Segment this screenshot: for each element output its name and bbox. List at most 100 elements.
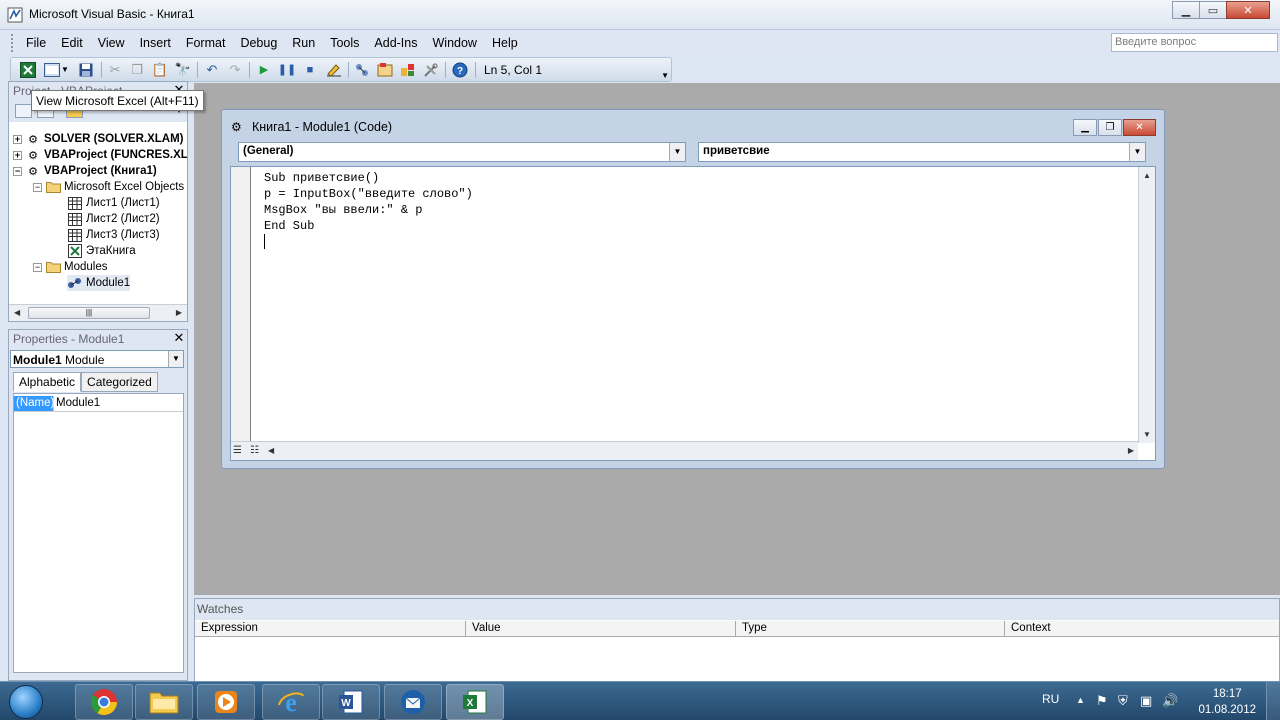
- restore-button[interactable]: ❐: [1098, 119, 1122, 136]
- tree-node[interactable]: − ⚙ VBAProject (Книга1): [13, 163, 157, 179]
- excel-icon[interactable]: X: [446, 684, 504, 720]
- undo-icon[interactable]: ↶: [203, 61, 221, 78]
- tree-node[interactable]: ЭтаКнига: [67, 243, 136, 259]
- properties-title: Properties - Module1: [9, 330, 187, 348]
- procedure-combo[interactable]: приветсвие ▼: [698, 142, 1146, 162]
- full-module-view-icon[interactable]: ☷: [250, 445, 259, 456]
- internet-explorer-icon[interactable]: e: [262, 684, 320, 720]
- scroll-thumb[interactable]: [231, 442, 319, 458]
- insert-userform-icon[interactable]: [43, 61, 61, 78]
- properties-window-icon[interactable]: [376, 61, 394, 78]
- tree-node[interactable]: Лист1 (Лист1): [67, 195, 160, 211]
- menu-insert[interactable]: Insert: [132, 36, 178, 50]
- procedure-view-icon[interactable]: ☰: [233, 445, 242, 456]
- clock[interactable]: 18:17 01.08.2012: [1198, 686, 1256, 718]
- security-icon[interactable]: ⛨: [1118, 693, 1134, 709]
- chevron-down-icon[interactable]: ▼: [1129, 143, 1145, 161]
- volume-icon[interactable]: 🔊: [1162, 693, 1178, 709]
- action-center-icon[interactable]: ⚑: [1096, 693, 1112, 709]
- menu-tools[interactable]: Tools: [322, 36, 366, 50]
- chevron-down-icon[interactable]: ▼: [60, 61, 70, 78]
- minimize-button[interactable]: ▁: [1073, 119, 1097, 136]
- code-line[interactable]: End Sub: [264, 218, 473, 234]
- code-line[interactable]: p = InputBox("введите слово"): [264, 186, 473, 202]
- maximize-button[interactable]: ▭: [1199, 1, 1227, 19]
- menu-window[interactable]: Window: [425, 36, 484, 50]
- help-icon[interactable]: ?: [451, 61, 469, 78]
- menu-help[interactable]: Help: [484, 36, 525, 50]
- column-type[interactable]: Type: [736, 621, 1005, 636]
- chrome-icon[interactable]: [75, 684, 133, 720]
- cut-icon[interactable]: ✂: [106, 61, 124, 78]
- title-bar: Microsoft Visual Basic - Книга1 ▁ ▭ ✕: [0, 0, 1280, 30]
- worksheet-icon: [67, 196, 83, 210]
- code-line[interactable]: Sub приветсвие(): [264, 170, 473, 186]
- project-explorer: Project - VBAProject ✕ ▼ +⚙SOLVER (SOLVE…: [8, 81, 188, 322]
- project-hscrollbar[interactable]: ◀ ||| ▶: [9, 304, 187, 321]
- language-indicator[interactable]: RU: [1042, 692, 1059, 706]
- code-editor[interactable]: Sub приветсвие() p = InputBox("введите с…: [230, 166, 1156, 461]
- object-combo[interactable]: (General) ▼: [238, 142, 686, 162]
- property-row[interactable]: (Name) Module1: [14, 396, 183, 412]
- column-value[interactable]: Value: [466, 621, 736, 636]
- show-hidden-icons-icon[interactable]: ▲: [1076, 695, 1092, 711]
- find-icon[interactable]: 🔭: [174, 61, 192, 78]
- tree-node-selected[interactable]: Module1: [67, 275, 131, 291]
- reset-icon[interactable]: ■: [301, 61, 319, 78]
- show-desktop-button[interactable]: [1266, 682, 1280, 720]
- view-code-icon[interactable]: [15, 104, 32, 118]
- toolbar-options-icon[interactable]: ▼: [661, 71, 669, 80]
- workbook-icon: [67, 244, 83, 258]
- menu-file[interactable]: File: [18, 36, 53, 50]
- paste-icon[interactable]: 📋: [151, 61, 169, 78]
- design-mode-icon[interactable]: [325, 61, 343, 78]
- code-line[interactable]: MsgBox "вы ввели:" & p: [264, 202, 473, 218]
- tree-node[interactable]: Лист2 (Лист2): [67, 211, 160, 227]
- close-icon[interactable]: ✕: [172, 331, 186, 345]
- menu-debug[interactable]: Debug: [232, 36, 284, 50]
- tree-node[interactable]: − Modules: [33, 259, 107, 275]
- toolbox-icon[interactable]: [422, 61, 440, 78]
- margin-indicator-bar[interactable]: [231, 167, 251, 443]
- column-context[interactable]: Context: [1005, 621, 1279, 636]
- scroll-thumb[interactable]: |||: [28, 307, 150, 319]
- network-icon[interactable]: ▣: [1140, 693, 1156, 709]
- break-icon[interactable]: ❚❚: [278, 61, 296, 78]
- object-dropdown[interactable]: Module1 Module ▼: [10, 350, 184, 368]
- tab-alphabetic[interactable]: Alphabetic: [13, 372, 82, 392]
- redo-icon[interactable]: ↷: [226, 61, 244, 78]
- word-icon[interactable]: W: [322, 684, 380, 720]
- menu-view[interactable]: View: [90, 36, 132, 50]
- minimize-button[interactable]: ▁: [1172, 1, 1200, 19]
- tree-node[interactable]: − Microsoft Excel Objects: [33, 179, 184, 195]
- tree-node[interactable]: Лист3 (Лист3): [67, 227, 160, 243]
- menu-format[interactable]: Format: [178, 36, 233, 50]
- menu-grip[interactable]: [11, 34, 15, 52]
- code-vscrollbar[interactable]: ▲ ▼: [1138, 167, 1155, 443]
- tree-node[interactable]: + ⚙ VBAProject (FUNCRES.XL: [13, 147, 187, 163]
- media-player-icon[interactable]: [197, 684, 255, 720]
- menu-add-ins[interactable]: Add-Ins: [366, 36, 424, 50]
- explorer-icon[interactable]: [135, 684, 193, 720]
- project-explorer-icon[interactable]: [353, 61, 371, 78]
- watches-window: Watches Expression Value Type Context: [194, 598, 1280, 682]
- menu-run[interactable]: Run: [284, 36, 322, 50]
- close-button[interactable]: ✕: [1123, 119, 1156, 136]
- tab-categorized[interactable]: Categorized: [81, 372, 158, 392]
- excel-view-icon[interactable]: [19, 61, 37, 78]
- thunderbird-icon[interactable]: [384, 684, 442, 720]
- run-icon[interactable]: ▶: [255, 61, 273, 78]
- chevron-down-icon[interactable]: ▼: [669, 143, 685, 161]
- tree-node[interactable]: + ⚙ SOLVER (SOLVER.XLAM): [13, 131, 184, 147]
- code-text[interactable]: Sub приветсвие() p = InputBox("введите с…: [264, 170, 473, 234]
- menu-edit[interactable]: Edit: [53, 36, 90, 50]
- close-button[interactable]: ✕: [1226, 1, 1270, 19]
- object-browser-icon[interactable]: [399, 61, 417, 78]
- code-hscrollbar[interactable]: ☰ ☷ ◀ ▶: [231, 441, 1138, 460]
- chevron-down-icon[interactable]: ▼: [168, 351, 183, 367]
- start-button[interactable]: [3, 682, 49, 720]
- copy-icon[interactable]: ❐: [128, 61, 146, 78]
- ask-question-input[interactable]: Введите вопрос: [1111, 33, 1278, 52]
- save-icon[interactable]: [77, 61, 95, 78]
- column-expression[interactable]: Expression: [195, 621, 466, 636]
